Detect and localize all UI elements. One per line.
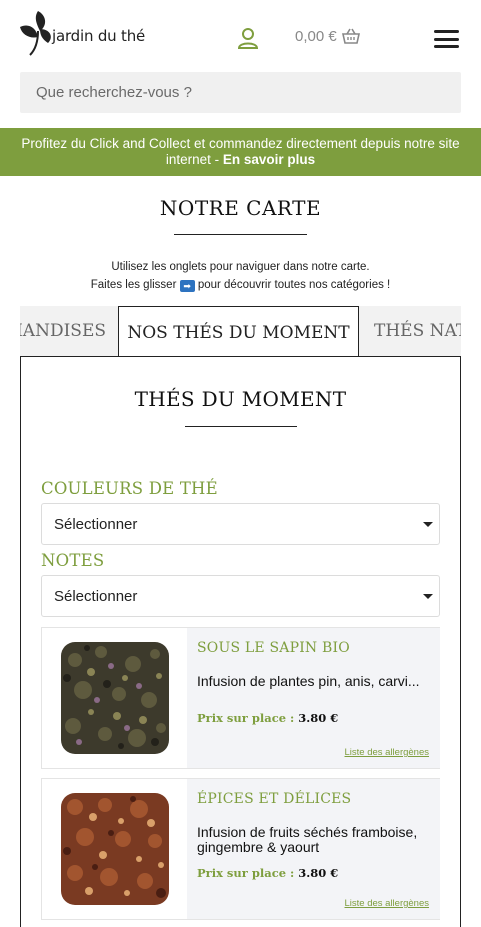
search-input[interactable] bbox=[36, 84, 461, 101]
product-image bbox=[61, 642, 169, 754]
cart-total: 0,00 € bbox=[295, 27, 337, 45]
tab-nos-thes-du-moment[interactable]: NOS THÉS DU MOMENT bbox=[118, 306, 359, 356]
chevron-down-icon bbox=[423, 522, 433, 527]
logo-text: jardin du thé bbox=[52, 27, 146, 45]
product-price: Prix sur place :3.80 € bbox=[197, 711, 339, 725]
select-notes[interactable]: Sélectionner bbox=[41, 575, 440, 617]
allergens-link[interactable]: Liste des allergènes bbox=[345, 898, 430, 909]
hamburger-menu-icon[interactable] bbox=[434, 30, 459, 48]
title-divider bbox=[174, 234, 307, 235]
search-bar[interactable] bbox=[20, 72, 461, 113]
intro-line-2: Faites les glisser ➡ pour découvrir tout… bbox=[90, 279, 391, 292]
product-card[interactable]: ÉPICES ET DÉLICES Infusion de fruits séc… bbox=[41, 778, 440, 920]
cart-button[interactable]: 0,00 € bbox=[295, 27, 361, 45]
panel-title-divider bbox=[185, 426, 297, 427]
tab-thes-nature[interactable]: THÉS NATURE bbox=[359, 306, 461, 356]
product-name[interactable]: ÉPICES ET DÉLICES bbox=[197, 791, 351, 807]
intro-text: Utilisez les onglets pour naviguer dans … bbox=[0, 258, 481, 294]
user-account-icon[interactable] bbox=[236, 26, 260, 50]
product-description: Infusion de plantes pin, anis, carvi... bbox=[197, 673, 420, 689]
basket-icon bbox=[341, 28, 360, 44]
product-name[interactable]: SOUS LE SAPIN BIO bbox=[197, 640, 350, 656]
tab-friandises[interactable]: FRIANDISES bbox=[20, 306, 118, 356]
product-info: SOUS LE SAPIN BIO Infusion de plantes pi… bbox=[187, 628, 440, 768]
product-image bbox=[61, 793, 169, 905]
product-card[interactable]: SOUS LE SAPIN BIO Infusion de plantes pi… bbox=[41, 627, 440, 769]
arrow-right-icon: ➡ bbox=[179, 280, 195, 292]
select-couleurs-de-the[interactable]: Sélectionner bbox=[41, 503, 440, 545]
intro-line-1: Utilisez les onglets pour naviguer dans … bbox=[111, 261, 370, 273]
filter-label-notes: NOTES bbox=[41, 551, 105, 570]
banner-link[interactable]: En savoir plus bbox=[223, 152, 315, 167]
chevron-down-icon bbox=[423, 594, 433, 599]
panel-title: THÉS DU MOMENT bbox=[134, 387, 347, 411]
site-logo[interactable]: jardin du thé bbox=[16, 6, 146, 58]
category-tabs[interactable]: FRIANDISES NOS THÉS DU MOMENT THÉS NATUR… bbox=[20, 306, 461, 356]
click-collect-banner: Profitez du Click and Collect et command… bbox=[0, 128, 481, 176]
site-header: jardin du thé 0,00 € bbox=[0, 0, 481, 72]
leaf-logo-icon bbox=[20, 11, 51, 56]
product-price: Prix sur place :3.80 € bbox=[197, 866, 339, 880]
allergens-link[interactable]: Liste des allergènes bbox=[345, 747, 430, 758]
page-title: NOTRE CARTE bbox=[159, 196, 322, 220]
tab-panel: THÉS DU MOMENT COULEURS DE THÉ Sélection… bbox=[20, 356, 461, 927]
filter-label-couleurs: COULEURS DE THÉ bbox=[41, 479, 218, 498]
product-info: ÉPICES ET DÉLICES Infusion de fruits séc… bbox=[187, 779, 440, 919]
product-description: Infusion de fruits séchés framboise, gin… bbox=[197, 824, 418, 855]
